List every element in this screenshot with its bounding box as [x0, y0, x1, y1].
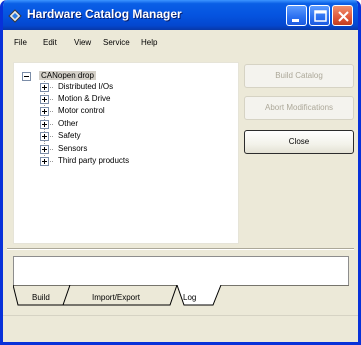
menu-bar: File Edit View Service Help — [3, 30, 358, 52]
tab-import-export[interactable]: Import/Export — [92, 293, 140, 302]
menu-help[interactable]: Help — [141, 38, 157, 47]
app-window: Hardware Catalog Manager File Edit View … — [0, 0, 361, 345]
close-icon — [338, 11, 349, 22]
status-bar — [3, 315, 358, 316]
tab-log[interactable]: Log — [183, 293, 196, 302]
tree-item-distributed-ios[interactable]: Distributed I/Os — [58, 82, 113, 91]
build-catalog-button[interactable]: Build Catalog — [244, 64, 354, 88]
tree-item-other[interactable]: Other — [58, 119, 78, 128]
tree-root-canopen-drop[interactable]: CANopen drop — [39, 71, 96, 80]
minimize-button[interactable] — [286, 5, 307, 26]
minimize-icon — [292, 19, 299, 22]
window-title: Hardware Catalog Manager — [27, 7, 182, 21]
maximize-icon — [314, 10, 327, 22]
separator — [7, 248, 354, 250]
menu-service[interactable]: Service — [103, 38, 130, 47]
menu-view[interactable]: View — [74, 38, 91, 47]
expand-icon[interactable] — [40, 83, 49, 92]
expand-icon[interactable] — [40, 95, 49, 104]
expand-icon[interactable] — [40, 120, 49, 129]
menu-edit[interactable]: Edit — [43, 38, 57, 47]
title-bar[interactable]: Hardware Catalog Manager — [3, 0, 358, 30]
tree-item-sensors[interactable]: Sensors — [58, 144, 87, 153]
expand-icon[interactable] — [40, 107, 49, 116]
menu-file[interactable]: File — [14, 38, 27, 47]
expand-icon[interactable] — [40, 157, 49, 166]
tree-item-third-party-products[interactable]: Third party products — [58, 156, 129, 165]
abort-modifications-button[interactable]: Abort Modifications — [244, 96, 354, 120]
tree-item-safety[interactable]: Safety — [58, 131, 81, 140]
app-icon — [8, 9, 22, 23]
close-button[interactable]: Close — [244, 130, 354, 154]
tree-item-motion-drive[interactable]: Motion & Drive — [58, 94, 110, 103]
expand-icon[interactable] — [40, 132, 49, 141]
catalog-tree[interactable]: CANopen drop Distributed I/Os Motion & D… — [13, 62, 239, 244]
expand-icon[interactable] — [40, 145, 49, 154]
tree-item-motor-control[interactable]: Motor control — [58, 106, 105, 115]
tab-build[interactable]: Build — [32, 293, 50, 302]
maximize-button[interactable] — [309, 5, 330, 26]
collapse-icon[interactable] — [22, 72, 31, 81]
close-window-button[interactable] — [332, 5, 353, 26]
